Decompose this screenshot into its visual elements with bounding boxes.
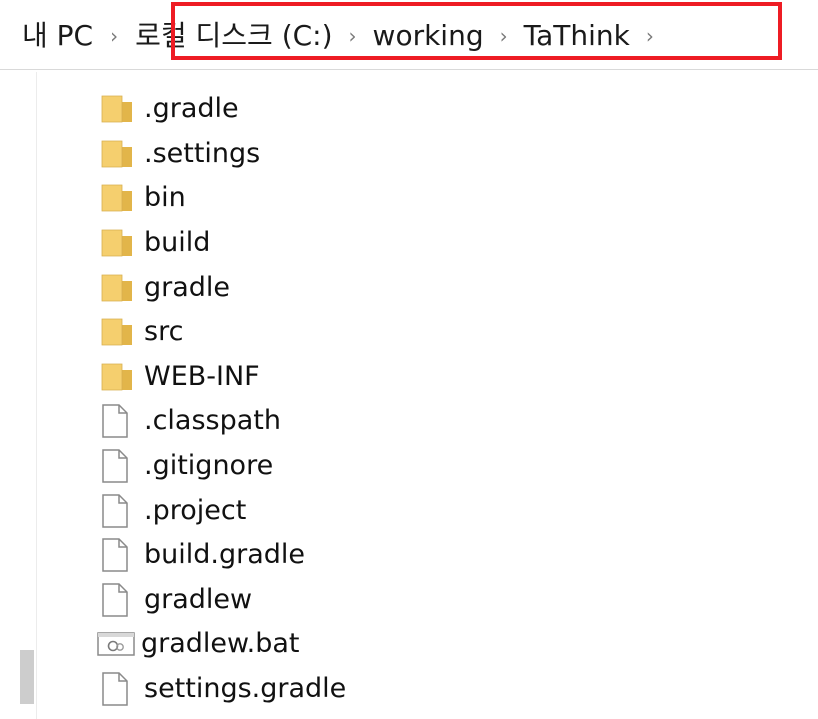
breadcrumb-separator[interactable]: › [484, 17, 524, 55]
breadcrumb-tathink[interactable]: TaThink [524, 17, 630, 55]
folder-item[interactable]: src [0, 310, 818, 355]
folder-icon [100, 134, 136, 174]
item-name: gradlew.bat [141, 628, 300, 660]
folder-icon [100, 268, 136, 308]
file-item[interactable]: .gitignore [0, 444, 818, 489]
folder-item[interactable]: WEB-INF [0, 355, 818, 400]
folder-item[interactable]: gradle [0, 265, 818, 310]
folder-item[interactable]: build [0, 221, 818, 266]
folder-item[interactable]: .gradle [0, 87, 818, 132]
breadcrumb-local-disk-c[interactable]: 로컬 디스크 (C:) [135, 17, 332, 55]
file-icon [100, 491, 136, 531]
item-name: .classpath [144, 405, 281, 437]
item-name: .gradle [144, 93, 239, 125]
breadcrumb: 내 PC › 로컬 디스크 (C:) › working › TaThink › [22, 17, 670, 55]
address-bar[interactable]: 내 PC › 로컬 디스크 (C:) › working › TaThink › [0, 0, 818, 70]
file-list: .gradle .settings bin build gradle src WEB-INF… [0, 87, 818, 711]
item-name: WEB-INF [144, 360, 260, 392]
file-item[interactable]: .project [0, 488, 818, 533]
breadcrumb-this-pc[interactable]: 내 PC [22, 17, 93, 55]
item-name: gradle [144, 271, 231, 303]
address-bar-divider [0, 69, 818, 70]
folder-icon [100, 178, 136, 218]
file-item[interactable]: settings.gradle [0, 667, 818, 712]
folder-icon [100, 89, 136, 129]
breadcrumb-separator[interactable]: › [333, 17, 373, 55]
item-name: gradlew [144, 583, 253, 615]
item-name: build [144, 227, 211, 259]
item-name: settings.gradle [144, 673, 347, 705]
file-item[interactable]: .classpath [0, 399, 818, 444]
breadcrumb-separator[interactable]: › [93, 17, 135, 55]
folder-icon [100, 357, 136, 397]
item-name: src [144, 316, 184, 348]
item-name: build.gradle [144, 539, 306, 571]
item-name: bin [144, 182, 186, 214]
item-name: .settings [144, 137, 261, 169]
item-name: .project [144, 494, 247, 526]
folder-icon [100, 223, 136, 263]
file-icon [100, 535, 136, 575]
breadcrumb-separator[interactable]: › [630, 17, 670, 55]
folder-icon [100, 312, 136, 352]
breadcrumb-working[interactable]: working [373, 17, 484, 55]
item-name: .gitignore [144, 450, 274, 482]
batch-file-icon [97, 624, 136, 664]
folder-item[interactable]: bin [0, 176, 818, 221]
file-item[interactable]: gradlew [0, 578, 818, 623]
file-icon [100, 446, 136, 486]
file-icon [100, 401, 136, 441]
file-icon [100, 580, 136, 620]
file-item[interactable]: gradlew.bat [0, 622, 818, 667]
file-icon [100, 669, 136, 709]
folder-item[interactable]: .settings [0, 132, 818, 177]
file-item[interactable]: build.gradle [0, 533, 818, 578]
file-explorer-window: 내 PC › 로컬 디스크 (C:) › working › TaThink ›… [0, 0, 818, 719]
